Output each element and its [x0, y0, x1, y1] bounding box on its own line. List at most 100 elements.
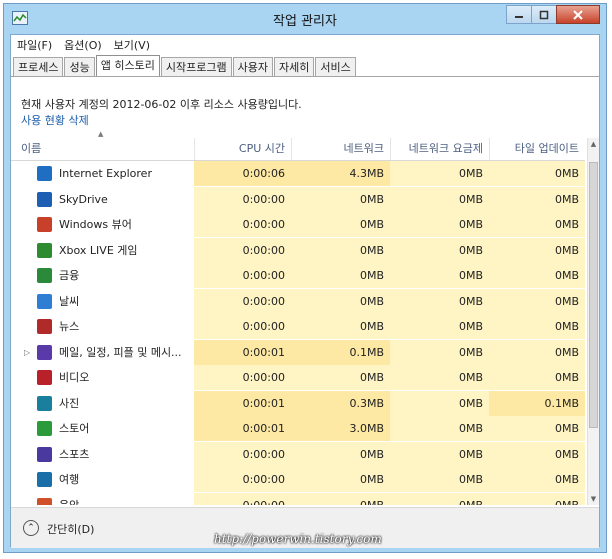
- table-row[interactable]: 뉴스 0:00:00 0MB 0MB 0MB: [11, 314, 585, 339]
- watermark: http://powerwin.tistory.com: [214, 532, 382, 546]
- table-row[interactable]: Xbox LIVE 게임 0:00:00 0MB 0MB 0MB: [11, 237, 585, 263]
- delete-usage-link[interactable]: 사용 현황 삭제: [21, 112, 89, 128]
- tile-updates-cell: 0MB: [489, 212, 585, 237]
- network-cell: 0MB: [291, 263, 390, 288]
- task-manager-window: 작업 관리자 파일(F) 옵션(O) 보기(V) 프로세스 성능 앱 히스토리 …: [3, 3, 607, 553]
- tile-updates-cell: 0MB: [489, 314, 585, 339]
- cpu-time-cell: 0:00:00: [194, 237, 291, 263]
- metered-network-cell: 0MB: [390, 288, 489, 314]
- app-name: SkyDrive: [59, 192, 108, 206]
- cpu-time-cell: 0:00:00: [194, 212, 291, 237]
- app-name: 뉴스: [59, 320, 80, 333]
- menu-file[interactable]: 파일(F): [11, 37, 58, 53]
- metered-network-cell: 0MB: [390, 186, 489, 212]
- cpu-time-cell: 0:00:00: [194, 314, 291, 339]
- menu-options[interactable]: 옵션(O): [58, 37, 107, 53]
- tab-processes[interactable]: 프로세스: [13, 57, 64, 76]
- column-header-tile-updates[interactable]: 타일 업데이트: [489, 138, 585, 160]
- cpu-time-cell: 0:00:00: [194, 263, 291, 288]
- tab-details[interactable]: 자세히: [273, 57, 315, 76]
- network-cell: 0MB: [291, 365, 390, 390]
- tile-updates-cell: 0MB: [489, 263, 585, 288]
- network-cell: 0MB: [291, 492, 390, 505]
- app-name: 메일, 일정, 피플 및 메시...: [59, 345, 182, 359]
- tile-updates-cell: 0.1MB: [489, 390, 585, 416]
- table-row[interactable]: 금융 0:00:00 0MB 0MB 0MB: [11, 263, 585, 288]
- cpu-time-cell: 0:00:00: [194, 288, 291, 314]
- network-cell: 0MB: [291, 237, 390, 263]
- table-row[interactable]: 사진 0:00:01 0.3MB 0MB 0.1MB: [11, 390, 585, 416]
- chevron-up-icon[interactable]: ⌃: [23, 520, 39, 536]
- sort-up-icon: ▲: [98, 130, 104, 138]
- metered-network-cell: 0MB: [390, 467, 489, 492]
- tab-performance[interactable]: 성능: [64, 57, 95, 76]
- tile-updates-cell: 0MB: [489, 467, 585, 492]
- metered-network-cell: 0MB: [390, 237, 489, 263]
- cpu-time-cell: 0:00:01: [194, 339, 291, 365]
- menu-view[interactable]: 보기(V): [108, 37, 156, 53]
- title-bar[interactable]: 작업 관리자: [4, 4, 606, 34]
- network-cell: 0MB: [291, 288, 390, 314]
- table-row[interactable]: 날씨 0:00:00 0MB 0MB 0MB: [11, 288, 585, 314]
- app-name: 여행: [59, 473, 80, 486]
- table-row[interactable]: 스토어 0:00:01 3.0MB 0MB 0MB: [11, 416, 585, 441]
- cpu-time-cell: 0:00:01: [194, 390, 291, 416]
- metered-network-cell: 0MB: [390, 416, 489, 441]
- table-row[interactable]: ▷ 메일, 일정, 피플 및 메시... 0:00:01 0.1MB 0MB 0MB: [11, 339, 585, 365]
- scrollbar-thumb[interactable]: [589, 162, 598, 428]
- metered-network-cell: 0MB: [390, 161, 489, 186]
- metered-network-cell: 0MB: [390, 314, 489, 339]
- maximize-icon: [539, 10, 549, 19]
- column-header-name[interactable]: 이름: [11, 138, 194, 160]
- minimize-icon: [515, 15, 523, 18]
- maximize-button[interactable]: [531, 5, 557, 24]
- metered-network-cell: 0MB: [390, 390, 489, 416]
- app-name: 날씨: [59, 294, 80, 308]
- vertical-scrollbar[interactable]: ▲ ▼: [587, 138, 599, 505]
- tile-updates-cell: 0MB: [489, 416, 585, 441]
- tab-services[interactable]: 서비스: [315, 57, 356, 76]
- app-name: 사진: [59, 396, 80, 410]
- app-name: 금융: [59, 269, 80, 282]
- table-row[interactable]: 비디오 0:00:00 0MB 0MB 0MB: [11, 365, 585, 390]
- tile-updates-cell: 0MB: [489, 441, 585, 467]
- app-name: 음악: [59, 498, 80, 506]
- table-header: ▲ 이름 CPU 시간 네트워크 네트워크 요금제 타일 업데이트: [11, 130, 585, 161]
- usage-info-text: 현재 사용자 계정의 2012-06-02 이후 리소스 사용량입니다.: [21, 98, 302, 111]
- table-row[interactable]: Windows 뷰어 0:00:00 0MB 0MB 0MB: [11, 212, 585, 237]
- table-row[interactable]: 음악 0:00:00 0MB 0MB 0MB: [11, 492, 585, 506]
- table-row[interactable]: 여행 0:00:00 0MB 0MB 0MB: [11, 467, 585, 492]
- app-name: 스포츠: [59, 447, 90, 461]
- table-row[interactable]: SkyDrive 0:00:00 0MB 0MB 0MB: [11, 186, 585, 212]
- cpu-time-cell: 0:00:00: [194, 365, 291, 390]
- table-row[interactable]: Internet Explorer 0:00:06 4.3MB 0MB 0MB: [11, 161, 585, 186]
- tile-updates-cell: 0MB: [489, 161, 585, 186]
- column-header-metered-network[interactable]: 네트워크 요금제: [390, 138, 489, 160]
- fewer-details-button[interactable]: 간단히(D): [47, 521, 94, 537]
- client-area: 파일(F) 옵션(O) 보기(V) 프로세스 성능 앱 히스토리 시작프로그램 …: [10, 34, 600, 548]
- tab-users[interactable]: 사용자: [232, 57, 273, 76]
- scroll-down-icon[interactable]: ▼: [588, 493, 599, 505]
- cpu-time-cell: 0:00:06: [194, 161, 291, 186]
- cpu-time-cell: 0:00:00: [194, 492, 291, 505]
- app-name: Xbox LIVE 게임: [59, 243, 138, 257]
- column-header-network[interactable]: 네트워크: [291, 138, 390, 160]
- network-cell: 3.0MB: [291, 416, 390, 441]
- tile-updates-cell: 0MB: [489, 237, 585, 263]
- app-name: Internet Explorer: [59, 167, 152, 180]
- tile-updates-cell: 0MB: [489, 288, 585, 314]
- scroll-up-icon[interactable]: ▲: [588, 138, 599, 150]
- menu-bar: 파일(F) 옵션(O) 보기(V): [11, 35, 599, 55]
- table-row[interactable]: 스포츠 0:00:00 0MB 0MB 0MB: [11, 441, 585, 467]
- metered-network-cell: 0MB: [390, 212, 489, 237]
- tab-startup[interactable]: 시작프로그램: [160, 57, 232, 76]
- tab-app-history[interactable]: 앱 히스토리: [95, 55, 160, 76]
- minimize-button[interactable]: [506, 5, 532, 24]
- close-button[interactable]: [556, 5, 600, 24]
- app-name: 비디오: [59, 371, 90, 384]
- metered-network-cell: 0MB: [390, 365, 489, 390]
- tab-strip: 프로세스 성능 앱 히스토리 시작프로그램 사용자 자세히 서비스: [13, 55, 357, 77]
- column-header-cpu-time[interactable]: CPU 시간: [194, 138, 291, 160]
- cpu-time-cell: 0:00:00: [194, 441, 291, 467]
- metered-network-cell: 0MB: [390, 339, 489, 365]
